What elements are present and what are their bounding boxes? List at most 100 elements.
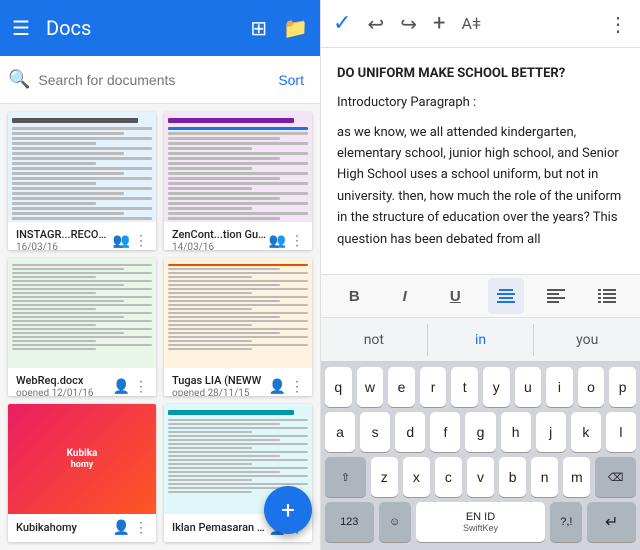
key-a[interactable]: a <box>325 412 355 452</box>
fab-icon: + <box>281 496 295 524</box>
doc-toolbar: ✓ ↩ ↪ + Aǂ ⋮ <box>321 0 640 48</box>
key-l[interactable]: l <box>606 412 636 452</box>
return-key[interactable]: ↵ <box>587 502 636 542</box>
hamburger-icon[interactable]: ☰ <box>12 16 30 40</box>
keyboard-row-2: a s d f g h j k l <box>321 407 640 452</box>
shared-icon: 👥 <box>113 233 130 249</box>
more-icon[interactable]: ⋮ <box>134 520 148 536</box>
key-t[interactable]: t <box>451 367 478 407</box>
left-panel: ☰ Docs ⊞ 📁 🔍 Sort <box>0 0 320 550</box>
key-k[interactable]: k <box>571 412 601 452</box>
key-b[interactable]: b <box>499 457 526 497</box>
doc-meta: 👥 ⋮ <box>269 233 304 249</box>
key-i[interactable]: i <box>546 367 573 407</box>
key-d[interactable]: d <box>395 412 425 452</box>
key-f[interactable]: f <box>430 412 460 452</box>
doc-date: 14/03/16 <box>172 242 269 250</box>
doc-name: ZenCont...tion Guide <box>172 228 269 241</box>
key-g[interactable]: g <box>465 412 495 452</box>
doc-info-zen: ZenCont...tion Guide 14/03/16 👥 ⋮ <box>164 222 312 250</box>
doc-subtitle: Introductory Paragraph : <box>337 93 624 114</box>
key-o[interactable]: o <box>578 367 605 407</box>
punctuation-key[interactable]: ?,! <box>550 502 582 542</box>
doc-thumb-zen <box>164 112 312 222</box>
key-m[interactable]: m <box>563 457 590 497</box>
bold-button[interactable]: B <box>336 278 372 314</box>
align-left-button[interactable] <box>538 278 574 314</box>
app-title: Docs <box>46 16 234 40</box>
shift-key[interactable]: ⇧ <box>325 457 366 497</box>
folder-icon[interactable]: 📁 <box>283 16 308 40</box>
list-button[interactable] <box>589 278 625 314</box>
add-icon[interactable]: + <box>433 11 445 36</box>
key-e[interactable]: e <box>388 367 415 407</box>
align-center-button[interactable] <box>488 278 524 314</box>
more-icon[interactable]: ⋮ <box>134 379 148 395</box>
shared-icon: 👥 <box>269 233 286 249</box>
checkmark-icon[interactable]: ✓ <box>333 11 351 36</box>
key-s[interactable]: s <box>360 412 390 452</box>
app-header: ☰ Docs ⊞ 📁 <box>0 0 320 56</box>
underline-button[interactable]: U <box>437 278 473 314</box>
undo-icon[interactable]: ↩ <box>367 12 384 36</box>
delete-key[interactable]: ⌫ <box>595 457 636 497</box>
key-v[interactable]: v <box>467 457 494 497</box>
space-key[interactable]: EN ID SwiftKey <box>416 502 545 542</box>
sort-button[interactable]: Sort <box>270 68 312 92</box>
doc-card-tugas[interactable]: Tugas LIA (NEWW opened 28/11/15 👤 ⋮ <box>164 258 312 396</box>
key-w[interactable]: w <box>357 367 384 407</box>
more-options-icon[interactable]: ⋮ <box>608 12 628 36</box>
doc-thumb-kubika: Kubika homy <box>8 404 156 514</box>
keyboard-row-1: q w e r t y u i o p <box>321 362 640 407</box>
more-icon[interactable]: ⋮ <box>290 379 304 395</box>
doc-card-kubika[interactable]: Kubika homy Kubikahomy 👤 ⋮ <box>8 404 156 542</box>
italic-button[interactable]: I <box>387 278 423 314</box>
doc-thumb-tugas <box>164 258 312 368</box>
lang-label: EN ID SwiftKey <box>463 511 498 533</box>
fab-button[interactable]: + <box>264 486 312 534</box>
key-y[interactable]: y <box>483 367 510 407</box>
key-u[interactable]: u <box>515 367 542 407</box>
doc-content[interactable]: DO UNIFORM MAKE SCHOOL BETTER? Introduct… <box>321 48 640 274</box>
key-q[interactable]: q <box>325 367 352 407</box>
keyboard-row-4: 123 ☺ EN ID SwiftKey ?,! ↵ <box>321 497 640 550</box>
doc-info-tugas: Tugas LIA (NEWW opened 28/11/15 👤 ⋮ <box>164 368 312 396</box>
suggest-not[interactable]: not <box>321 324 428 356</box>
doc-name: Kubikahomy <box>16 521 113 534</box>
doc-name: Tugas LIA (NEWW <box>172 374 269 387</box>
doc-meta: 👤 ⋮ <box>269 379 304 395</box>
doc-info-webreq: WebReq.docx opened 12/01/16 👤 ⋮ <box>8 368 156 396</box>
doc-date: opened 28/11/15 <box>172 388 269 396</box>
key-n[interactable]: n <box>531 457 558 497</box>
emoji-key[interactable]: ☺ <box>379 502 411 542</box>
doc-info-kubika: Kubikahomy 👤 ⋮ <box>8 514 156 542</box>
more-icon[interactable]: ⋮ <box>290 233 304 249</box>
doc-body[interactable]: as we know, we all attended kindergarten… <box>337 122 624 251</box>
key-r[interactable]: r <box>420 367 447 407</box>
key-p[interactable]: p <box>609 367 636 407</box>
format-toolbar: B I U <box>321 274 640 318</box>
key-h[interactable]: h <box>501 412 531 452</box>
doc-title: DO UNIFORM MAKE SCHOOL BETTER? <box>337 64 624 85</box>
search-icon: 🔍 <box>8 69 30 90</box>
shared-icon: 👤 <box>113 379 130 395</box>
key-j[interactable]: j <box>536 412 566 452</box>
key-x[interactable]: x <box>403 457 430 497</box>
doc-card-zen[interactable]: ZenCont...tion Guide 14/03/16 👥 ⋮ <box>164 112 312 250</box>
search-bar: 🔍 Sort <box>0 56 320 104</box>
document-grid: INSTAGR...RECORD 16/03/16 👥 ⋮ <box>0 104 320 550</box>
search-input[interactable] <box>38 72 262 88</box>
doc-card-webreq[interactable]: WebReq.docx opened 12/01/16 👤 ⋮ <box>8 258 156 396</box>
redo-icon[interactable]: ↪ <box>400 12 417 36</box>
text-format-icon[interactable]: Aǂ <box>461 14 481 34</box>
doc-meta: 👤 ⋮ <box>113 520 148 536</box>
doc-card-instagram[interactable]: INSTAGR...RECORD 16/03/16 👥 ⋮ <box>8 112 156 250</box>
key-c[interactable]: c <box>435 457 462 497</box>
more-icon[interactable]: ⋮ <box>134 233 148 249</box>
key-z[interactable]: z <box>371 457 398 497</box>
doc-meta: 👥 ⋮ <box>113 233 148 249</box>
suggest-in[interactable]: in <box>428 324 535 356</box>
numbers-key[interactable]: 123 <box>325 502 374 542</box>
grid-view-icon[interactable]: ⊞ <box>250 16 267 40</box>
suggest-you[interactable]: you <box>534 324 640 356</box>
